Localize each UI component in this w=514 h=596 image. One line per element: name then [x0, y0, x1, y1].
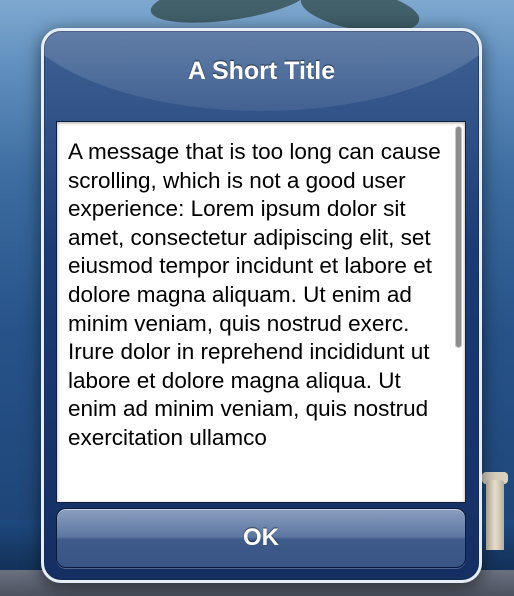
scroll-indicator[interactable]	[455, 126, 462, 348]
message-scroll-view[interactable]: A message that is too long can cause scr…	[56, 121, 466, 503]
home-screen-wallpaper: A Short Title A message that is too long…	[0, 0, 514, 596]
alert-message: A message that is too long can cause scr…	[68, 139, 441, 450]
lighthouse	[486, 480, 504, 550]
alert-dialog: A Short Title A message that is too long…	[41, 28, 482, 583]
ok-button[interactable]: OK	[56, 508, 466, 568]
alert-title: A Short Title	[187, 57, 336, 85]
palm-tree-decoration	[147, 0, 313, 31]
